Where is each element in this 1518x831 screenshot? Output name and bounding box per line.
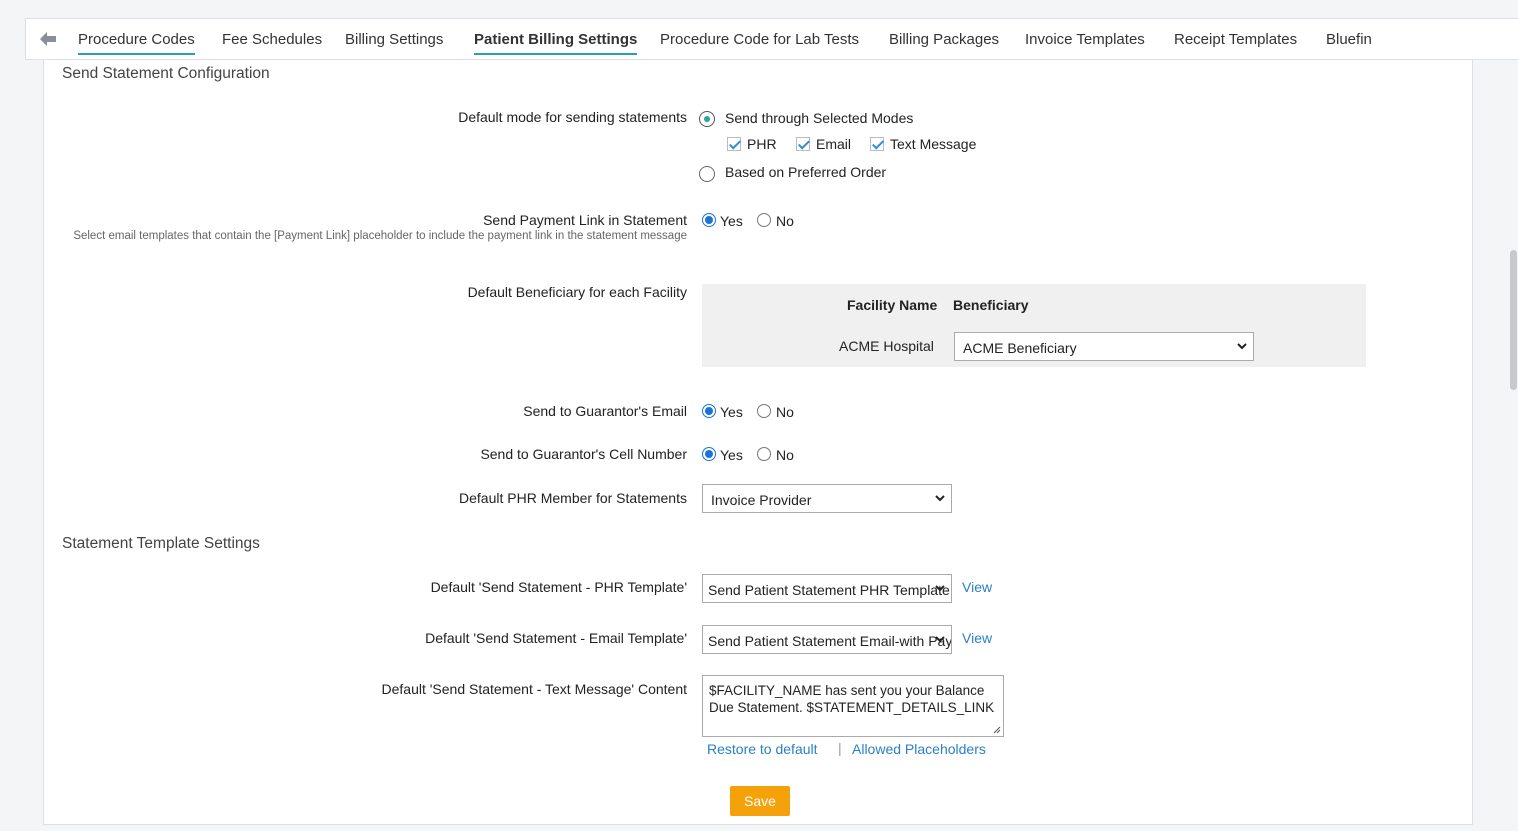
- checkbox-email[interactable]: [796, 137, 810, 151]
- email-template-select[interactable]: Send Patient Statement Email-with Paymen…: [702, 625, 952, 654]
- payment-link-no-radio[interactable]: [757, 213, 771, 227]
- guarantor-email-no-radio[interactable]: [757, 404, 771, 418]
- chevron-down-icon: [1237, 343, 1247, 350]
- facility-name-header: Facility Name: [847, 297, 938, 313]
- scrollbar-thumb[interactable]: [1510, 250, 1517, 390]
- phr-member-label: Default PHR Member for Statements: [459, 490, 687, 506]
- beneficiary-select-value: ACME Beneficiary: [963, 340, 1077, 356]
- guarantor-email-no-label: No: [776, 404, 794, 420]
- guarantor-email-yes-radio[interactable]: [702, 404, 716, 418]
- text-message-content[interactable]: $FACILITY_NAME has sent you your Balance…: [702, 675, 1004, 737]
- phr-template-view-link[interactable]: View: [962, 579, 992, 595]
- phr-template-select-value: Send Patient Statement PHR Template: [708, 582, 950, 598]
- section-title-send-statement: Send Statement Configuration: [62, 65, 270, 82]
- chevron-down-icon: [935, 636, 945, 643]
- phr-member-select[interactable]: Invoice Provider: [702, 484, 952, 513]
- guarantor-cell-yes-label: Yes: [720, 447, 743, 463]
- radio-selected-modes[interactable]: [699, 111, 715, 127]
- guarantor-cell-no-label: No: [776, 447, 794, 463]
- tab-billing-packages[interactable]: Billing Packages: [889, 31, 999, 53]
- checkbox-phr[interactable]: [727, 137, 741, 151]
- payment-link-yes-radio[interactable]: [702, 213, 716, 227]
- guarantor-cell-yes-radio[interactable]: [702, 447, 716, 461]
- guarantor-cell-no-radio[interactable]: [757, 447, 771, 461]
- beneficiary-select[interactable]: ACME Beneficiary: [954, 332, 1254, 361]
- phr-member-select-value: Invoice Provider: [711, 492, 812, 508]
- tab-procedure-code-lab-tests[interactable]: Procedure Code for Lab Tests: [660, 31, 859, 53]
- email-template-select-value: Send Patient Statement Email-with Paymen…: [708, 633, 952, 649]
- facility-name-cell: ACME Hospital: [839, 338, 934, 354]
- checkbox-text-message[interactable]: [870, 137, 884, 151]
- phr-template-select[interactable]: Send Patient Statement PHR Template: [702, 574, 952, 603]
- checkbox-email-label: Email: [816, 136, 852, 152]
- tab-patient-billing-settings[interactable]: Patient Billing Settings: [474, 31, 638, 55]
- payment-link-yes-label: Yes: [720, 213, 743, 229]
- guarantor-email-label: Send to Guarantor's Email: [523, 403, 687, 419]
- email-template-label: Default 'Send Statement - Email Template…: [425, 630, 687, 646]
- link-separator: |: [838, 740, 842, 756]
- tab-procedure-codes[interactable]: Procedure Codes: [78, 31, 195, 55]
- save-button[interactable]: Save: [730, 786, 790, 816]
- resize-handle-icon[interactable]: [993, 726, 1001, 734]
- default-mode-label: Default mode for sending statements: [458, 109, 687, 125]
- beneficiary-label: Default Beneficiary for each Facility: [467, 284, 687, 300]
- payment-link-no-label: No: [776, 213, 794, 229]
- chevron-down-icon: [935, 495, 945, 502]
- tab-bluefin[interactable]: Bluefin: [1326, 31, 1372, 53]
- payment-link-label: Send Payment Link in Statement: [483, 212, 687, 228]
- checkbox-phr-label: PHR: [747, 136, 777, 152]
- tab-fee-schedules[interactable]: Fee Schedules: [222, 31, 322, 53]
- email-template-view-link[interactable]: View: [962, 630, 992, 646]
- tab-bar: Procedure Codes Fee Schedules Billing Se…: [25, 18, 1518, 60]
- scrollbar-track[interactable]: [1508, 60, 1518, 831]
- beneficiary-header: Beneficiary: [953, 297, 1029, 313]
- allowed-placeholders-link[interactable]: Allowed Placeholders: [852, 741, 986, 757]
- section-title-template-settings: Statement Template Settings: [62, 535, 260, 552]
- radio-preferred-order[interactable]: [699, 166, 715, 182]
- guarantor-email-yes-label: Yes: [720, 404, 743, 420]
- chevron-down-icon: [935, 585, 945, 592]
- text-message-label: Default 'Send Statement - Text Message' …: [381, 681, 687, 697]
- phr-template-label: Default 'Send Statement - PHR Template': [430, 579, 687, 595]
- payment-link-hint: Select email templates that contain the …: [73, 230, 687, 242]
- tab-receipt-templates[interactable]: Receipt Templates: [1174, 31, 1297, 53]
- restore-default-link[interactable]: Restore to default: [707, 741, 818, 757]
- radio-preferred-order-label: Based on Preferred Order: [725, 164, 887, 180]
- back-arrow-icon[interactable]: [38, 30, 58, 48]
- radio-selected-modes-label: Send through Selected Modes: [725, 110, 914, 126]
- guarantor-cell-label: Send to Guarantor's Cell Number: [480, 446, 687, 462]
- checkbox-text-message-label: Text Message: [890, 136, 977, 152]
- tab-billing-settings[interactable]: Billing Settings: [345, 31, 443, 53]
- text-message-value: $FACILITY_NAME has sent you your Balance…: [709, 683, 995, 715]
- tab-invoice-templates[interactable]: Invoice Templates: [1025, 31, 1145, 53]
